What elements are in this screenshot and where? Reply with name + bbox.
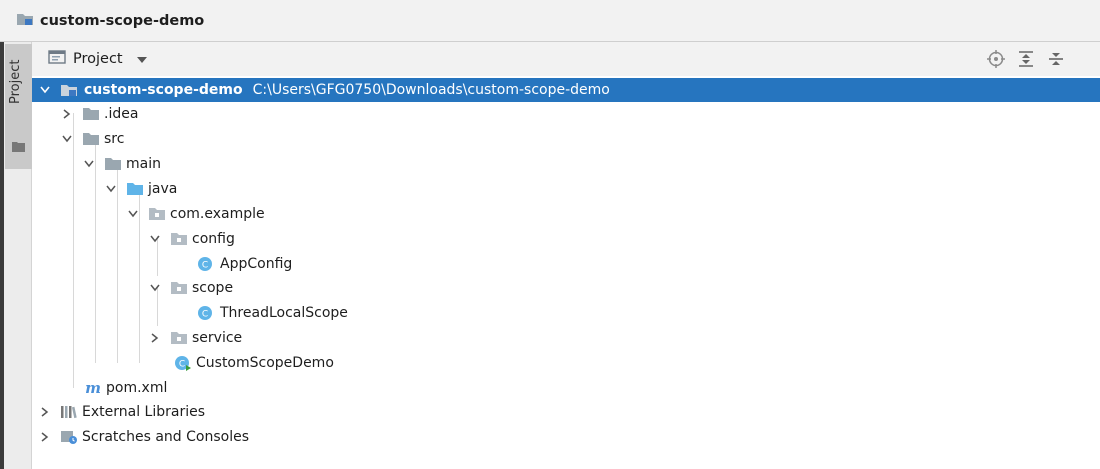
chevron-right-icon[interactable] <box>38 405 52 419</box>
chevron-right-icon[interactable] <box>148 331 162 345</box>
tree-row-main[interactable]: main <box>32 152 1100 176</box>
chevron-down-icon[interactable] <box>104 182 118 196</box>
maven-icon: m <box>84 380 102 396</box>
tree-row-config[interactable]: config <box>32 227 1100 251</box>
tree-row-com-example[interactable]: com.example <box>32 202 1100 226</box>
scratches-icon <box>60 429 78 445</box>
left-tool-strip: Project <box>0 42 32 469</box>
collapse-all-icon[interactable] <box>1047 50 1065 72</box>
project-view-icon <box>48 49 66 69</box>
tree-row-root[interactable]: custom-scope-demo C:\Users\GFG0750\Downl… <box>32 78 1100 102</box>
module-folder-icon <box>60 82 78 98</box>
window-title: custom-scope-demo <box>40 12 205 29</box>
package-icon <box>170 280 188 296</box>
tree-label-external-libraries: External Libraries <box>82 404 205 420</box>
class-icon: C <box>196 256 214 272</box>
tree-row-idea[interactable]: .idea <box>32 102 1100 126</box>
tree-root-path: C:\Users\GFG0750\Downloads\custom-scope-… <box>252 82 610 98</box>
tree-label-java: java <box>148 181 178 197</box>
source-folder-icon <box>126 181 144 197</box>
svg-text:C: C <box>179 360 185 370</box>
package-icon <box>148 206 166 222</box>
project-toolbar: Project <box>32 42 1100 76</box>
chevron-down-icon[interactable] <box>136 51 147 67</box>
chevron-down-icon[interactable] <box>60 132 74 146</box>
tree-row-pom[interactable]: m pom.xml <box>32 376 1100 400</box>
chevron-right-icon[interactable] <box>60 107 74 121</box>
tree-row-service[interactable]: service <box>32 326 1100 350</box>
project-view-selector[interactable]: Project <box>73 51 123 67</box>
folder-icon <box>104 156 122 172</box>
tree-row-custom-scope-demo[interactable]: C CustomScopeDemo <box>32 351 1100 375</box>
tree-row-thread-local-scope[interactable]: C ThreadLocalScope <box>32 301 1100 325</box>
expand-all-icon[interactable] <box>1017 50 1035 72</box>
svg-text:C: C <box>202 261 208 271</box>
tree-row-scope[interactable]: scope <box>32 276 1100 300</box>
title-bar: custom-scope-demo <box>0 0 1100 42</box>
project-folder-icon <box>16 11 34 31</box>
tree-row-scratches[interactable]: Scratches and Consoles <box>32 425 1100 449</box>
svg-text:C: C <box>202 310 208 320</box>
project-tool-tab-label: Project <box>8 59 23 105</box>
tree-label-thread-local-scope: ThreadLocalScope <box>220 305 348 321</box>
folder-icon <box>82 106 100 122</box>
chevron-down-icon[interactable] <box>38 83 52 97</box>
chevron-down-icon[interactable] <box>126 207 140 221</box>
package-icon <box>170 231 188 247</box>
tree-label-main: main <box>126 156 161 172</box>
tree-row-java[interactable]: java <box>32 177 1100 201</box>
project-tool-icon <box>12 140 25 156</box>
tree-label-config: config <box>192 231 235 247</box>
chevron-down-icon[interactable] <box>148 281 162 295</box>
tree-label-service: service <box>192 330 243 346</box>
tree-label-pom: pom.xml <box>106 380 168 396</box>
project-tool-tab[interactable]: Project <box>5 44 32 169</box>
toolbar-actions <box>987 50 1065 72</box>
locate-icon[interactable] <box>987 50 1005 72</box>
tree-row-src[interactable]: src <box>32 127 1100 151</box>
folder-icon <box>82 131 100 147</box>
package-icon <box>170 330 188 346</box>
tree-label-custom-scope-demo: CustomScopeDemo <box>196 355 334 371</box>
tree-label-src: src <box>104 131 125 147</box>
chevron-right-icon[interactable] <box>38 430 52 444</box>
tree-row-app-config[interactable]: C AppConfig <box>32 252 1100 276</box>
class-icon: C <box>196 305 214 321</box>
tree-row-external-libraries[interactable]: External Libraries <box>32 400 1100 424</box>
tree-label-scratches: Scratches and Consoles <box>82 429 249 445</box>
library-icon <box>60 404 78 420</box>
chevron-down-icon[interactable] <box>82 157 96 171</box>
tree-label-scope: scope <box>192 280 234 296</box>
project-tree: custom-scope-demo C:\Users\GFG0750\Downl… <box>32 76 1100 469</box>
svg-text:m: m <box>85 380 101 396</box>
tree-label-idea: .idea <box>104 106 139 122</box>
chevron-down-icon[interactable] <box>148 232 162 246</box>
tree-label-root: custom-scope-demo <box>84 82 243 98</box>
strip-edge <box>0 42 4 469</box>
runnable-class-icon: C <box>174 355 192 371</box>
tree-label-app-config: AppConfig <box>220 256 293 272</box>
tree-label-com-example: com.example <box>170 206 265 222</box>
